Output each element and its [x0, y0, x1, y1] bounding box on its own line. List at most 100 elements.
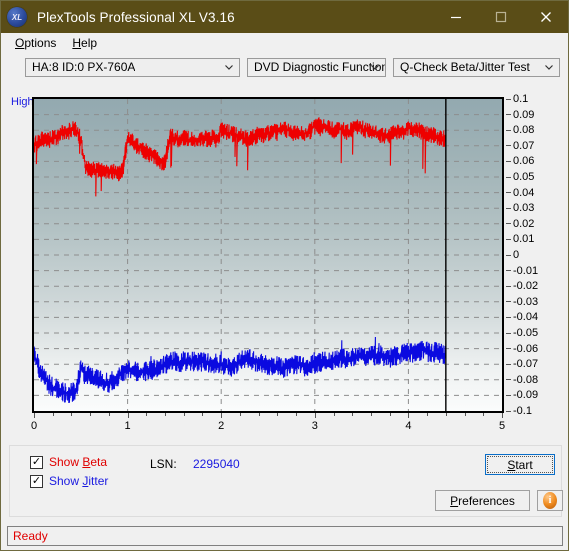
- x-axis-tick-label: 0: [30, 420, 38, 432]
- x-axis-tick-label: 2: [218, 420, 225, 432]
- x-axis-tick-mark: [408, 413, 410, 418]
- show-jitter-checkbox[interactable]: ✓ Show Jitter: [30, 474, 108, 488]
- y-axis-tick-mark: [506, 332, 511, 334]
- y-axis-tick-label: 0.04: [513, 186, 535, 199]
- show-beta-checkbox-box: ✓: [30, 455, 43, 469]
- chart-panel: High Low 0.10.090.080.070.060.050.040.03…: [9, 83, 562, 485]
- x-axis-tick-label: 3: [311, 420, 318, 432]
- close-button[interactable]: [523, 1, 568, 33]
- y-axis-tick-mark: [506, 379, 511, 381]
- y-axis-tick-label: 0.01: [513, 233, 535, 246]
- x-axis-tick-mark: [445, 413, 447, 416]
- x-axis-tick-mark: [202, 413, 204, 416]
- y-axis-tick-label: 0.08: [513, 124, 535, 137]
- x-axis-tick-mark: [183, 413, 185, 416]
- x-axis-tick-mark: [239, 413, 241, 416]
- show-beta-label-prefix: Show: [49, 455, 83, 469]
- close-icon: [540, 12, 551, 22]
- x-axis-tick-mark: [258, 413, 260, 416]
- show-beta-checkbox[interactable]: ✓ Show Beta: [30, 455, 107, 469]
- x-axis-tick-mark: [333, 413, 335, 416]
- control-group: ✓ Show Beta ✓ Show Jitter LSN: 2295040 S…: [9, 445, 563, 517]
- y-axis-tick-label: 0.06: [513, 155, 535, 168]
- menu-help-mnemonic: H: [72, 36, 82, 50]
- start-rest: tart: [515, 457, 533, 472]
- show-jitter-checkbox-box: ✓: [30, 474, 43, 488]
- y-axis-tick-mark: [506, 301, 511, 303]
- y-axis-tick-mark: [506, 129, 511, 131]
- x-axis-tick-mark: [296, 413, 298, 416]
- y-axis-tick-label: 0.07: [513, 139, 535, 152]
- minimize-button[interactable]: [433, 1, 478, 33]
- show-beta-label-rest: eta: [90, 455, 108, 469]
- preferences-button-label: Preferences: [450, 494, 515, 508]
- lsn-label: LSN:: [150, 457, 177, 471]
- y-axis-tick-label: 0.02: [513, 217, 535, 230]
- show-jitter-label-prefix: Show: [49, 474, 83, 488]
- y-axis-tick-mark: [506, 207, 511, 209]
- y-axis-tick-mark: [506, 410, 511, 412]
- y-axis-tick-mark: [506, 160, 511, 162]
- y-axis-tick-mark: [506, 285, 511, 287]
- menu-item-options[interactable]: Options: [7, 34, 64, 52]
- y-axis-tick-label: -0.06: [513, 342, 539, 355]
- status-bar: Ready: [7, 526, 563, 546]
- y-axis-tick-label: -0.07: [513, 358, 539, 371]
- x-axis-tick-mark: [277, 413, 279, 416]
- chevron-down-icon: [369, 59, 381, 76]
- chevron-down-icon: [223, 59, 235, 76]
- window-title: PlexTools Professional XL V3.16: [37, 9, 235, 25]
- y-axis-tick-label: 0.03: [513, 202, 535, 215]
- y-axis-tick-label: 0.09: [513, 108, 535, 121]
- x-axis-tick-mark: [90, 413, 92, 416]
- y-axis-tick-label: -0.05: [513, 327, 539, 339]
- application-window: XL PlexTools Professional XL V3.16 Optio…: [0, 0, 569, 551]
- y-axis-tick-mark: [506, 254, 511, 256]
- chevron-down-icon: [543, 59, 555, 76]
- x-axis-tick-mark: [146, 413, 148, 416]
- y-axis-tick-mark: [506, 316, 511, 318]
- y-axis-tick-mark: [506, 176, 511, 178]
- x-axis-tick-mark: [389, 413, 391, 416]
- y-axis-tick-mark: [506, 270, 511, 272]
- y-axis-tick-mark: [506, 145, 511, 147]
- x-axis-tick-mark: [52, 413, 54, 416]
- test-select[interactable]: Q-Check Beta/Jitter Test: [393, 57, 560, 77]
- info-button[interactable]: i: [537, 490, 563, 511]
- start-button-label: Start: [507, 458, 532, 472]
- preferences-button[interactable]: Preferences: [435, 490, 530, 511]
- status-text: Ready: [13, 529, 48, 543]
- selector-toolbar: HA:8 ID:0 PX-760A DVD Diagnostic Functio…: [1, 53, 568, 80]
- x-axis-tick-label: 5: [498, 420, 506, 432]
- y-axis-tick-mark: [506, 394, 511, 396]
- preferences-rest: references: [458, 493, 515, 508]
- show-beta-label: Show Beta: [49, 455, 107, 469]
- drive-select[interactable]: HA:8 ID:0 PX-760A: [25, 57, 240, 77]
- menu-options-rest: ptions: [24, 36, 57, 50]
- function-select[interactable]: DVD Diagnostic Functions: [247, 57, 386, 77]
- x-axis-tick-label: 4: [405, 420, 412, 432]
- show-jitter-label: Show Jitter: [49, 474, 108, 488]
- x-axis-tick-mark: [427, 413, 429, 416]
- title-bar: XL PlexTools Professional XL V3.16: [1, 1, 568, 33]
- start-button[interactable]: Start: [485, 454, 555, 475]
- y-axis-tick-label: 0.05: [513, 171, 535, 183]
- x-axis-tick-mark: [352, 413, 354, 416]
- plot-area[interactable]: [32, 97, 504, 413]
- x-axis-tick-mark: [464, 413, 466, 416]
- x-axis-tick-mark: [483, 413, 485, 416]
- menu-help-rest: elp: [81, 36, 98, 50]
- chart-container: High Low 0.10.090.080.070.060.050.040.03…: [9, 83, 562, 485]
- show-jitter-label-rest: itter: [88, 474, 109, 488]
- x-axis-tick-mark: [502, 413, 503, 418]
- y-axis-tick-mark: [506, 363, 511, 365]
- info-icon: i: [543, 492, 557, 509]
- info-icon-glyph: i: [548, 495, 552, 506]
- y-axis-tick-label: -0.09: [513, 389, 539, 402]
- lsn-value: 2295040: [193, 457, 240, 471]
- y-axis-tick-mark: [506, 192, 511, 194]
- maximize-button[interactable]: [478, 1, 523, 33]
- app-icon: XL: [7, 7, 27, 27]
- y-axis-tick-label: 0: [513, 249, 520, 261]
- menu-item-help[interactable]: Help: [64, 34, 105, 52]
